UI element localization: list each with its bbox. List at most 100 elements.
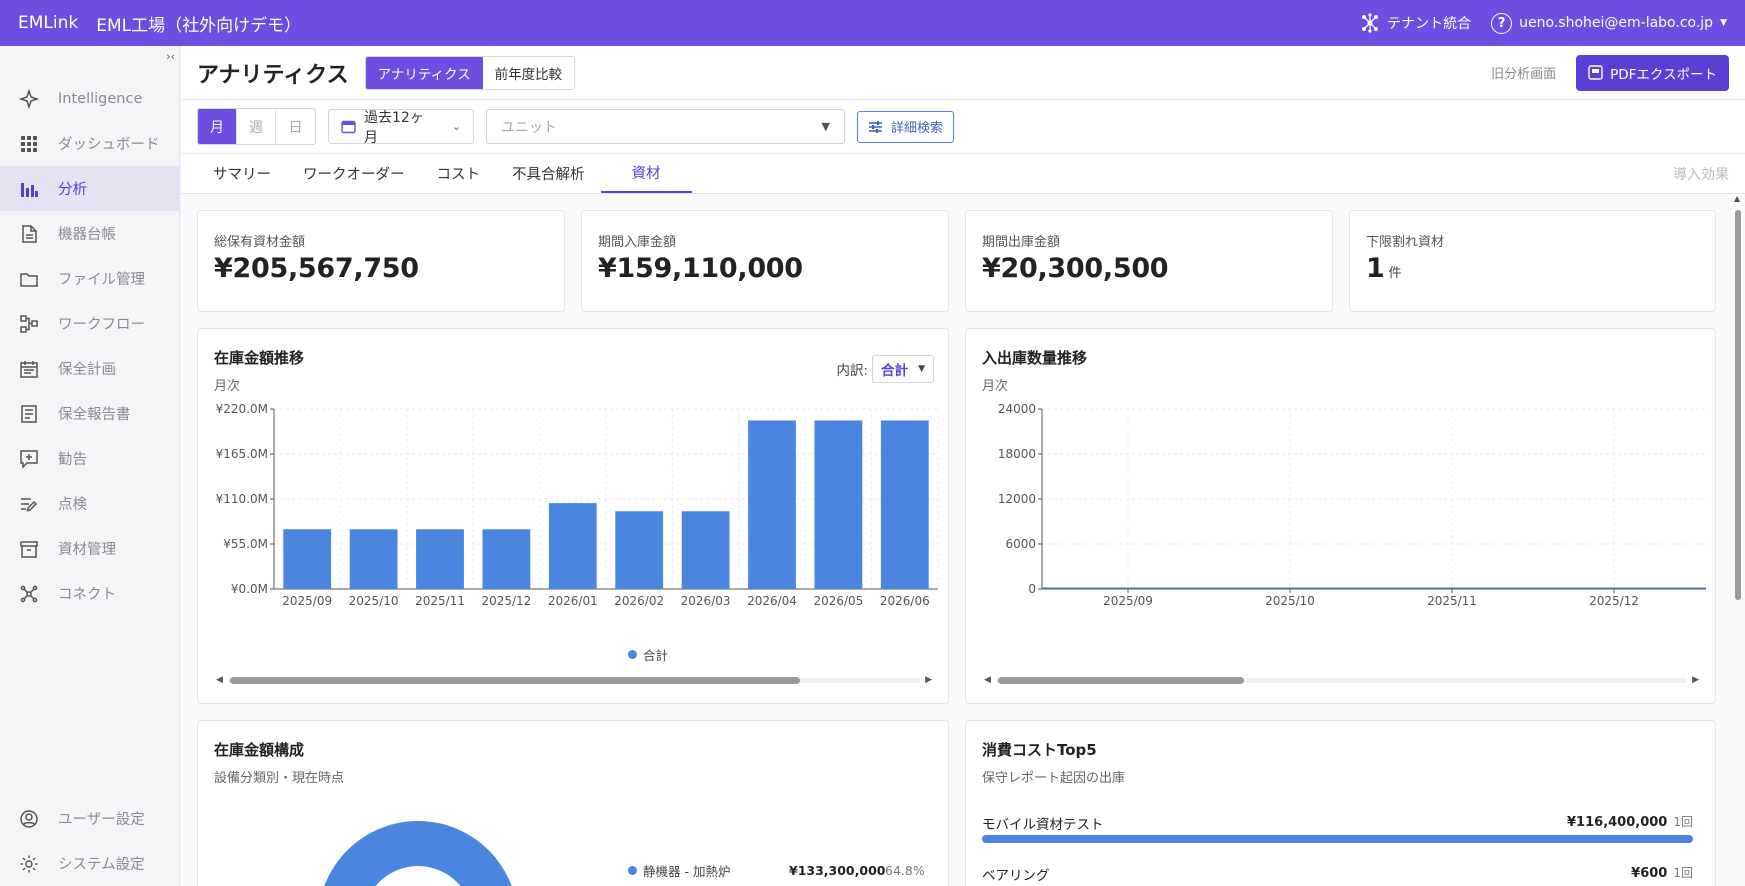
top5-amount: ¥600 — [1631, 866, 1668, 881]
sidebar-item-calendar[interactable]: 保全計画 — [0, 346, 180, 391]
scroll-thumb[interactable] — [998, 677, 1244, 684]
x-tick-label: 2025/10 — [1265, 594, 1315, 608]
top5-value: ¥116,400,000 1回 — [1567, 813, 1693, 830]
tab-work-order[interactable]: ワークオーダー — [287, 153, 421, 193]
grid-icon — [18, 133, 40, 155]
scroll-left-icon[interactable]: ◀ — [984, 675, 991, 685]
sidebar-item-inspection[interactable]: 点検 — [0, 481, 180, 526]
help-icon[interactable]: ? — [1491, 12, 1513, 34]
x-tick-label: 2026/01 — [548, 594, 598, 608]
bar — [482, 529, 531, 589]
sidebar-item-grid[interactable]: ダッシュボード — [0, 121, 180, 166]
tab-adoption-effect[interactable]: 導入効果 — [1673, 164, 1729, 184]
card-title: 在庫金額構成 — [214, 741, 305, 759]
scroll-thumb[interactable] — [230, 677, 800, 684]
unit-select[interactable]: ユニット ▼ — [486, 109, 845, 144]
tenant-name[interactable]: EML工場（社外向けデモ） — [96, 11, 301, 36]
chevron-down-icon: ▼ — [1720, 18, 1727, 28]
sidebar-item-folder[interactable]: ファイル管理 — [0, 256, 180, 301]
chevron-down-icon: ⌄ — [451, 120, 462, 133]
scroll-right-icon[interactable]: ▶ — [925, 675, 932, 685]
bar — [416, 529, 464, 589]
tab-cost[interactable]: コスト — [421, 153, 497, 193]
period-switch: 月 週 日 — [197, 108, 316, 145]
kpi-label: 下限割れ資材 — [1366, 235, 1445, 250]
inspection-icon — [18, 493, 40, 515]
scroll-up-icon[interactable]: ▲ — [1734, 194, 1740, 203]
y-tick-label: 0 — [1028, 582, 1036, 596]
analysis-tabs: サマリー ワークオーダー コスト 不具合解析 資材 導入効果 — [181, 154, 1745, 194]
chart-title: 入出庫数量推移 — [982, 349, 1088, 367]
inventory-bar-chart: ¥0.0M ¥55.0M ¥110.0M ¥165.0M ¥220.0M 2025/09 2… — [216, 402, 939, 608]
legend-swatch — [628, 650, 637, 659]
sidebar-item-label: システム設定 — [58, 857, 145, 873]
user-menu[interactable]: ? ueno.shohei@em-labo.co.jp ▼ — [1491, 12, 1727, 34]
sidebar-item-connect[interactable]: コネクト — [0, 571, 180, 616]
chart-horizontal-scrollbar[interactable]: ◀ ▶ — [198, 675, 950, 685]
period-week-button[interactable]: 週 — [237, 109, 276, 144]
sidebar-item-gear[interactable]: システム設定 — [0, 841, 180, 886]
y-tick-label: 12000 — [998, 492, 1036, 506]
detail-search-label: 詳細検索 — [891, 121, 944, 136]
user-icon — [18, 808, 40, 830]
top5-label: モバイル資材テスト — [982, 817, 1104, 833]
card-title: 消費コストTop5 — [982, 741, 1097, 759]
consumption-top5-card: 消費コストTop5 保守レポート起因の出庫 モバイル資材テスト ¥116,400… — [965, 720, 1716, 886]
bar — [615, 511, 664, 589]
x-tick-label: 2025/12 — [1589, 594, 1639, 608]
scroll-left-icon[interactable]: ◀ — [216, 675, 223, 685]
tab-summary[interactable]: サマリー — [197, 153, 287, 193]
x-tick-label: 2025/11 — [1427, 594, 1477, 608]
top5-row: モバイル資材テスト ¥116,400,000 1回 — [982, 813, 1693, 843]
sparkle-icon — [18, 88, 40, 110]
sidebar-item-user[interactable]: ユーザー設定 — [0, 796, 180, 841]
donut-slice — [324, 821, 512, 886]
sidebar-item-archive[interactable]: 資材管理 — [0, 526, 180, 571]
tenant-integration-label: テナント統合 — [1387, 16, 1472, 32]
sidebar-item-report[interactable]: 保全報告書 — [0, 391, 180, 436]
composition-donut-chart — [324, 821, 512, 886]
breakdown-select[interactable]: 合計 ▼ — [872, 355, 934, 383]
tenant-integration-button[interactable]: テナント統合 — [1360, 13, 1471, 33]
chart-horizontal-scrollbar[interactable]: ◀ ▶ — [966, 675, 1717, 685]
page-vertical-scrollbar[interactable]: ▲ — [1733, 194, 1743, 886]
detail-search-button[interactable]: 詳細検索 — [857, 110, 955, 143]
sidebar-item-document[interactable]: 機器台帳 — [0, 211, 180, 256]
brand-logo[interactable]: EMLink — [18, 13, 78, 33]
x-tick-label: 2026/02 — [614, 594, 664, 608]
bar — [548, 503, 597, 589]
tab-materials[interactable]: 資材 — [600, 153, 692, 193]
tab-failure-analysis[interactable]: 不具合解析 — [496, 153, 601, 193]
view-analytics-button[interactable]: アナリティクス — [365, 56, 483, 89]
pdf-export-button[interactable]: PDFエクスポート — [1576, 54, 1729, 91]
top5-bar-track — [982, 835, 1693, 843]
main-area: アナリティクス アナリティクス 前年度比較 旧分析画面 PDFエクスポート 月 … — [181, 46, 1745, 886]
period-month-button[interactable]: 月 — [198, 109, 237, 144]
kpi-card-total-stock: 総保有資材金額 ¥205,567,750 — [197, 210, 565, 312]
x-tick-label: 2025/10 — [349, 594, 399, 608]
collapse-sidebar-icon[interactable]: ›‹ — [166, 50, 175, 63]
sidebar-item-advice[interactable]: 勧告 — [0, 436, 180, 481]
report-icon — [18, 403, 40, 425]
card-subtitle: 設備分類別・現在時点 — [214, 771, 345, 786]
x-tick-label: 2025/09 — [1103, 594, 1153, 608]
in-out-quantity-chart-card: 入出庫数量推移 月次 0 6000 12000 18000 24000 2025/09 20… — [965, 328, 1716, 704]
chart-title: 在庫金額推移 — [214, 349, 305, 367]
kpi-value: ¥159,110,000 — [598, 253, 803, 284]
sidebar-item-sparkle[interactable]: Intelligence — [0, 76, 180, 121]
x-tick-label: 2026/04 — [747, 594, 797, 608]
breakdown-value: 合計 — [881, 363, 909, 379]
legend-label: 合計 — [643, 648, 669, 663]
sidebar-item-workflow[interactable]: ワークフロー — [0, 301, 180, 346]
archive-icon — [18, 538, 40, 560]
sidebar-item-label: 点検 — [58, 497, 87, 513]
range-select[interactable]: 過去12ヶ月 ⌄ — [328, 109, 474, 146]
scroll-right-icon[interactable]: ▶ — [1692, 675, 1699, 685]
period-day-button[interactable]: 日 — [276, 109, 315, 144]
sidebar-item-bar-chart[interactable]: 分析 — [0, 166, 180, 211]
view-yoy-button[interactable]: 前年度比較 — [482, 56, 575, 89]
scroll-thumb[interactable] — [1735, 210, 1741, 600]
old-analysis-link[interactable]: 旧分析画面 — [1491, 63, 1556, 82]
x-tick-label: 2025/12 — [481, 594, 531, 608]
top5-row: ベアリング ¥600 1回 — [982, 864, 1693, 884]
